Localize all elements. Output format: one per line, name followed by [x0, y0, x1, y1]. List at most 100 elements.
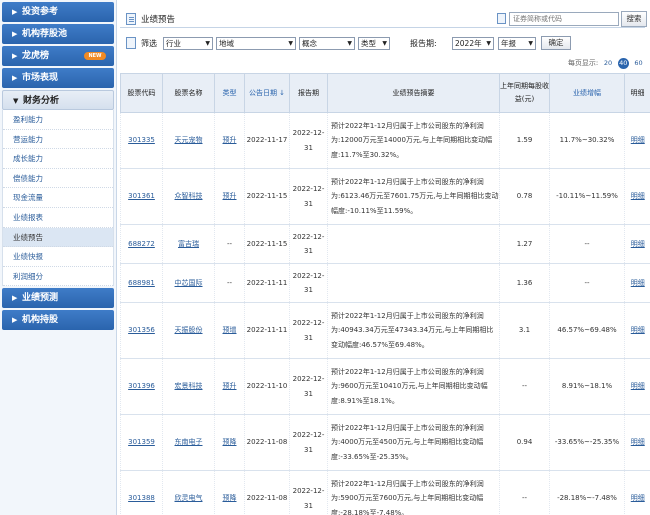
report-period: 2022-12-31 — [292, 487, 325, 510]
eps-value: 1.59 — [516, 136, 533, 145]
confirm-button[interactable]: 确定 — [541, 36, 571, 50]
cell-name: 天振股份 — [162, 302, 215, 359]
stock-code-link[interactable]: 301388 — [128, 494, 155, 502]
stock-name-link[interactable]: 欣灵电气 — [175, 494, 203, 502]
sub-item-performance-forecast[interactable]: 业绩预告 — [3, 227, 113, 248]
cell-date: 2022-11-15 — [244, 224, 290, 264]
sub-item-operating[interactable]: 营运能力 — [3, 130, 113, 150]
sub-item-growth[interactable]: 成长能力 — [3, 149, 113, 169]
concept-select[interactable]: 概念 ▼ — [299, 37, 355, 50]
announce-date: 2022-11-15 — [246, 192, 288, 201]
cell-detail: 明细 — [624, 302, 650, 359]
type-link[interactable]: 预升 — [223, 136, 237, 144]
col-stock-code[interactable]: 股票代码 — [120, 73, 163, 113]
type-link[interactable]: 预升 — [223, 382, 237, 390]
sub-item-performance-report[interactable]: 业绩报表 — [3, 208, 113, 228]
cell-detail: 明细 — [624, 470, 650, 515]
stock-name-link[interactable]: 天元宠物 — [175, 136, 203, 144]
cell-period: 2022-12-31 — [289, 263, 328, 303]
detail-link[interactable]: 明细 — [631, 326, 645, 334]
nav-dragon-tiger[interactable]: ▶ 龙虎榜 NEW — [2, 46, 114, 66]
stock-code-link[interactable]: 301361 — [128, 192, 155, 200]
eps-value: -- — [521, 382, 528, 391]
cell-name: 富吉瑞 — [162, 224, 215, 264]
sub-item-cashflow[interactable]: 现金流量 — [3, 188, 113, 208]
expand-arrow-icon: ▶ — [12, 294, 18, 303]
per-page-40[interactable]: 40 — [617, 58, 629, 69]
nav-institution-holdings[interactable]: ▶ 机构持股 — [2, 310, 114, 331]
search-input[interactable] — [509, 12, 619, 26]
stock-name-link[interactable]: 众智科技 — [175, 192, 203, 200]
sub-item-profit-breakdown[interactable]: 利润细分 — [3, 267, 113, 287]
table-row: 301396 宏景科技 预升 2022-11-10 2022-12-31 预计2022年1… — [120, 358, 650, 415]
stock-code-link[interactable]: 301335 — [128, 136, 155, 144]
sub-item-solvency[interactable]: 偿债能力 — [3, 169, 113, 189]
chevron-down-icon: ▼ — [528, 40, 533, 47]
cell-name: 天元宠物 — [162, 112, 215, 169]
nav-financial-analysis[interactable]: ▼ 财务分析 — [2, 90, 114, 110]
type-link: -- — [226, 239, 233, 248]
summary-text: 预计2022年1-12月归属于上市公司股东的净利润为:40943.34万元至47… — [331, 311, 494, 349]
type-select[interactable]: 类型 ▼ — [358, 37, 390, 50]
growth-value: -33.65%~-25.35% — [554, 438, 620, 447]
detail-link[interactable]: 明细 — [631, 240, 645, 248]
stock-name-link[interactable]: 富吉瑞 — [178, 240, 199, 248]
stock-code-link[interactable]: 688272 — [128, 240, 155, 248]
stock-code-link[interactable]: 301359 — [128, 438, 155, 446]
stock-name-link[interactable]: 中芯国际 — [175, 279, 203, 287]
detail-link[interactable]: 明细 — [631, 382, 645, 390]
type-link[interactable]: 预增 — [223, 326, 237, 334]
region-select[interactable]: 地域 ▼ — [216, 37, 296, 50]
sub-item-performance-express[interactable]: 业绩快报 — [3, 247, 113, 267]
stock-name-link[interactable]: 宏景科技 — [175, 382, 203, 390]
detail-link[interactable]: 明细 — [631, 192, 645, 200]
nav-investment-reference[interactable]: ▶ 投资参考 — [2, 2, 114, 22]
cell-eps: 1.36 — [499, 263, 550, 303]
col-growth[interactable]: 业绩增幅 — [549, 73, 625, 113]
growth-value: 46.57%~69.48% — [557, 326, 617, 335]
detail-link[interactable]: 明细 — [631, 438, 645, 446]
cell-period: 2022-12-31 — [289, 470, 328, 515]
cell-type: 预增 — [214, 302, 245, 359]
nav-institution-picks[interactable]: ▶ 机构荐股池 — [2, 24, 114, 44]
type-link[interactable]: 预降 — [223, 438, 237, 446]
cell-date: 2022-11-11 — [244, 263, 290, 303]
cell-type: -- — [214, 263, 245, 303]
detail-link[interactable]: 明细 — [631, 494, 645, 502]
stock-code-link[interactable]: 301396 — [128, 382, 155, 390]
stock-code-link[interactable]: 688981 — [128, 279, 155, 287]
announce-date: 2022-11-08 — [246, 438, 288, 447]
col-announce-date[interactable]: 公告日期 ↓ — [244, 73, 290, 113]
col-type[interactable]: 类型 — [214, 73, 245, 113]
table-body: 301335 天元宠物 预升 2022-11-17 2022-12-31 预计2022年1… — [120, 112, 650, 515]
nav-market-performance[interactable]: ▶ 市场表现 — [2, 68, 114, 88]
eps-value: 1.36 — [516, 278, 533, 287]
period-select[interactable]: 年报 ▼ — [498, 37, 536, 50]
nav-label: 业绩预测 — [22, 293, 59, 304]
table-row: 688981 中芯国际 -- 2022-11-11 2022-12-31 1.36 -- 明细 — [120, 263, 650, 303]
detail-link[interactable]: 明细 — [631, 136, 645, 144]
search-button[interactable]: 搜索 — [621, 11, 647, 27]
cell-period: 2022-12-31 — [289, 168, 328, 225]
sub-item-profitability[interactable]: 盈利能力 — [3, 110, 113, 130]
stock-name-link[interactable]: 天振股份 — [175, 326, 203, 334]
stock-code-link[interactable]: 301356 — [128, 326, 155, 334]
nav-performance-forecast[interactable]: ▶ 业绩预测 — [2, 288, 114, 309]
year-select[interactable]: 2022年 ▼ — [452, 37, 494, 50]
summary-text: 预计2022年1-12月归属于上市公司股东的净利润为:9600万元至10410万… — [331, 367, 488, 405]
col-stock-name[interactable]: 股票名称 — [162, 73, 215, 113]
per-page-20[interactable]: 20 — [603, 58, 614, 69]
col-eps[interactable]: 上年同期每股收益(元) — [499, 73, 550, 113]
col-report-period[interactable]: 报告期 — [289, 73, 328, 113]
industry-select[interactable]: 行业 ▼ — [163, 37, 213, 50]
nav-label: 投资参考 — [22, 7, 59, 17]
stock-name-link[interactable]: 东南电子 — [175, 438, 203, 446]
chevron-down-icon: ▼ — [288, 40, 293, 47]
type-link[interactable]: 预降 — [223, 494, 237, 502]
cell-growth: -10.11%~11.59% — [549, 168, 625, 225]
expand-arrow-icon: ▶ — [12, 316, 18, 325]
expand-arrow-icon: ▶ — [12, 74, 18, 82]
per-page-60[interactable]: 60 — [633, 58, 644, 69]
type-link[interactable]: 预升 — [223, 192, 237, 200]
detail-link[interactable]: 明细 — [631, 279, 645, 287]
